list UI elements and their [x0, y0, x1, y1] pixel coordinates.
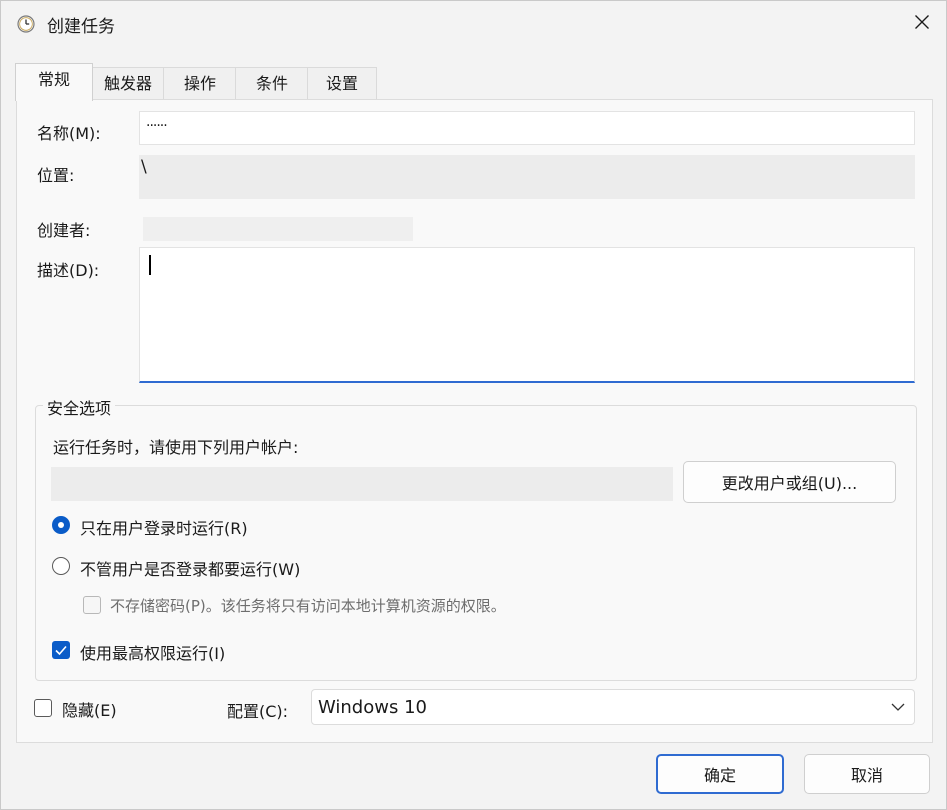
- tab-actions[interactable]: 操作: [163, 67, 237, 100]
- change-user-button[interactable]: 更改用户或组(U)...: [683, 461, 896, 503]
- checkbox-highest-privileges[interactable]: [52, 641, 70, 659]
- author-field: [143, 217, 413, 241]
- checkbox-hidden[interactable]: [34, 699, 52, 717]
- description-label: 描述(D):: [37, 261, 100, 280]
- location-value: \: [141, 157, 147, 177]
- cancel-button[interactable]: 取消: [804, 754, 930, 794]
- name-value: ······: [146, 118, 168, 134]
- do-not-store-password-label: 不存储密码(P)。该任务将只有访问本地计算机资源的权限。: [110, 597, 506, 615]
- title-bar: 创建任务: [1, 1, 946, 47]
- configure-label: 配置(C):: [227, 702, 289, 721]
- tab-general[interactable]: 常规: [15, 63, 93, 101]
- create-task-dialog: 创建任务 常规 触发器 操作 条件 设置 名称(M): ······ 位置: \…: [0, 0, 947, 810]
- configure-value: Windows 10: [318, 697, 427, 718]
- tab-triggers[interactable]: 触发器: [91, 67, 165, 100]
- location-field: \: [139, 155, 915, 199]
- location-label: 位置:: [37, 166, 75, 185]
- chevron-down-icon: [890, 699, 906, 719]
- security-options-legend: 安全选项: [43, 395, 116, 419]
- radio-run-whether-logged-on[interactable]: [52, 557, 70, 575]
- name-input[interactable]: ······: [139, 111, 915, 145]
- highest-privileges-label[interactable]: 使用最高权限运行(I): [80, 640, 225, 664]
- text-caret: [149, 255, 151, 275]
- window-title: 创建任务: [47, 17, 115, 37]
- user-account-field: [51, 467, 673, 501]
- close-icon: [914, 14, 930, 34]
- author-label: 创建者:: [37, 221, 91, 240]
- description-textarea[interactable]: [139, 247, 915, 383]
- radio-run-when-logged-on[interactable]: [52, 516, 70, 534]
- tab-settings[interactable]: 设置: [307, 67, 377, 100]
- name-label: 名称(M):: [37, 124, 101, 143]
- task-scheduler-clock-icon: [17, 15, 35, 33]
- configure-select[interactable]: Windows 10: [311, 689, 915, 725]
- run-as-label: 运行任务时，请使用下列用户帐户:: [53, 438, 299, 457]
- close-button[interactable]: [899, 1, 945, 47]
- ok-button[interactable]: 确定: [656, 754, 784, 794]
- radio-run-whether-logged-on-label[interactable]: 不管用户是否登录都要运行(W): [80, 556, 300, 580]
- radio-run-when-logged-on-label[interactable]: 只在用户登录时运行(R): [80, 515, 248, 539]
- checkbox-do-not-store-password[interactable]: [83, 596, 101, 614]
- hidden-label[interactable]: 隐藏(E): [62, 697, 117, 721]
- tab-conditions[interactable]: 条件: [235, 67, 309, 100]
